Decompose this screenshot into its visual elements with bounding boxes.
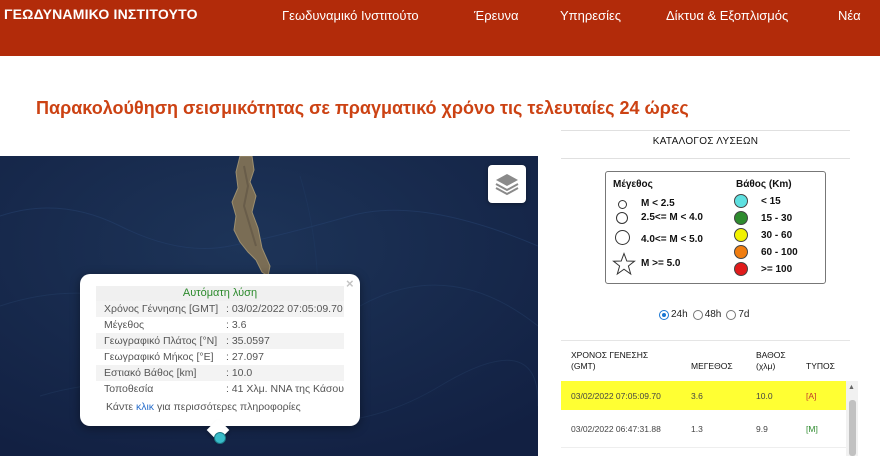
popup-label: Εστιακό Βάθος [km]: [104, 367, 197, 379]
popup-value: : 03/02/2022 07:05:09.70: [226, 303, 343, 315]
radio-48h[interactable]: [692, 309, 703, 320]
column-header-origin-time[interactable]: ΧΡΟΝΟΣ ΓΕΝΕΣΗΣ (GMT): [571, 350, 661, 372]
nav-item-research[interactable]: Έρευνα: [474, 8, 519, 23]
popup-row-latitude: Γεωγραφικό Πλάτος [°N] : 35.0597: [96, 333, 344, 349]
cell-type: [M]: [806, 424, 818, 434]
table-row[interactable]: [561, 447, 846, 456]
layers-button[interactable]: [488, 165, 526, 203]
radio-24h[interactable]: [659, 309, 669, 320]
nav-item-services[interactable]: Υπηρεσίες: [560, 8, 621, 23]
cell-time: 03/02/2022 06:47:31.88: [571, 424, 661, 434]
nav-item-news[interactable]: Νέα: [838, 8, 861, 23]
legend-magnitude-item: 4.0<= M < 5.0: [641, 234, 703, 245]
popup-label: Χρόνος Γέννησης [GMT]: [104, 303, 219, 315]
top-nav-bar: ΓΕΩΔΥΝΑΜΙΚΟ ΙΝΣΤΙΤΟΥΤΟ Γεωδυναμικό Ινστι…: [0, 0, 880, 56]
table-row[interactable]: 03/02/2022 07:05:09.70 3.6 10.0 [A]: [561, 381, 846, 410]
cell-time: 03/02/2022 07:05:09.70: [571, 391, 661, 401]
legend-magnitude-item: M < 2.5: [641, 198, 675, 209]
popup-row-origin-time: Χρόνος Γέννησης [GMT] : 03/02/2022 07:05:…: [96, 301, 344, 317]
divider: [561, 130, 850, 131]
magnitude-circle-large-icon: [615, 230, 630, 245]
radio-7d-label[interactable]: 7d: [738, 309, 749, 320]
radio-24h-label[interactable]: 24h: [671, 309, 688, 320]
popup-more-info: Κάντε κλικ για περισσότερες πληροφορίες: [106, 401, 301, 413]
more-info-suffix: για περισσότερες πληροφορίες: [154, 401, 301, 413]
cell-depth: 10.0: [756, 391, 773, 401]
nav-item-networks[interactable]: Δίκτυα & Εξοπλισμός: [666, 8, 788, 23]
legend-depth-item: 60 - 100: [761, 247, 798, 258]
legend-depth-item: 15 - 30: [761, 213, 793, 224]
time-range-filter: 24h 48h 7d: [659, 309, 750, 320]
cell-magnitude: 3.6: [691, 391, 703, 401]
column-header-depth[interactable]: ΒΑΘΟΣ (χλμ): [756, 350, 796, 372]
more-info-prefix: Κάντε: [106, 401, 136, 413]
cell-magnitude: 1.3: [691, 424, 703, 434]
popup-solution-type: Αυτόματη λύση: [96, 286, 344, 301]
legend-depth-item: < 15: [761, 196, 781, 207]
popup-label: Γεωγραφικό Πλάτος [°N]: [104, 335, 218, 347]
legend-magnitude-item: M >= 5.0: [641, 258, 681, 269]
popup-label: Μέγεθος: [104, 319, 145, 331]
popup-value: : 3.6: [226, 319, 247, 331]
popup-row-depth: Εστιακό Βάθος [km] : 10.0: [96, 365, 344, 381]
popup-value: : 27.097: [226, 351, 264, 363]
legend-depth-item: 30 - 60: [761, 230, 793, 241]
more-info-link[interactable]: κλικ: [136, 401, 154, 413]
depth-color-dot: [734, 262, 748, 276]
popup-value: : 10.0: [226, 367, 253, 379]
magnitude-circle-medium-icon: [616, 212, 628, 224]
radio-48h-label[interactable]: 48h: [705, 309, 722, 320]
popup-row-longitude: Γεωγραφικό Μήκος [°E] : 27.097: [96, 349, 344, 365]
magnitude-star-icon: [612, 252, 636, 276]
scroll-up-arrow-icon[interactable]: ▲: [848, 384, 855, 391]
popup-close-button[interactable]: ×: [346, 276, 354, 291]
legend-depth-item: >= 100: [761, 264, 793, 275]
legend-magnitude-title: Μέγεθος: [613, 179, 653, 190]
depth-color-dot: [734, 245, 748, 259]
layers-icon: [495, 174, 519, 196]
earthquake-marker[interactable]: [214, 432, 226, 444]
scrollbar-thumb[interactable]: [849, 400, 856, 456]
popup-value: : 41 Χλμ. ΝΝΑ της Κάσου: [225, 383, 344, 395]
nav-item-institute[interactable]: Γεωδυναμικό Ινστιτούτο: [282, 8, 419, 23]
site-logo[interactable]: ΓΕΩΔΥΝΑΜΙΚΟ ΙΝΣΤΙΤΟΥΤΟ: [4, 6, 198, 22]
legend-magnitude-item: 2.5<= M < 4.0: [641, 212, 703, 223]
solutions-catalog-title: ΚΑΤΑΛΟΓΟΣ ΛΥΣΕΩΝ: [652, 136, 759, 147]
popup-label: Τοποθεσία: [104, 383, 154, 395]
table-row[interactable]: 03/02/2022 06:47:31.88 1.3 9.9 [M]: [561, 414, 846, 443]
radio-7d[interactable]: [726, 309, 737, 320]
popup-label: Γεωγραφικό Μήκος [°E]: [104, 351, 214, 363]
popup-value: : 35.0597: [226, 335, 270, 347]
column-header-magnitude[interactable]: ΜΕΓΕΘΟΣ: [691, 361, 733, 372]
popup-row-magnitude: Μέγεθος : 3.6: [96, 317, 344, 333]
legend-depth-title: Βάθος (Km): [736, 179, 792, 190]
column-header-type[interactable]: ΤΥΠΟΣ: [806, 361, 835, 372]
depth-color-dot: [734, 211, 748, 225]
popup-row-location: Τοποθεσία : 41 Χλμ. ΝΝΑ της Κάσου: [96, 381, 344, 397]
depth-color-dot: [734, 228, 748, 242]
popup-details: Αυτόματη λύση Χρόνος Γέννησης [GMT] : 03/…: [96, 286, 344, 397]
divider: [561, 158, 850, 159]
cell-type: [A]: [806, 391, 817, 401]
cell-depth: 9.9: [756, 424, 768, 434]
map-legend: Μέγεθος M < 2.5 2.5<= M < 4.0 4.0<= M < …: [605, 171, 826, 284]
page-title: Παρακολούθηση σεισμικότητας σε πραγματικ…: [36, 98, 689, 118]
divider: [561, 340, 850, 341]
magnitude-circle-small-icon: [618, 200, 627, 209]
depth-color-dot: [734, 194, 748, 208]
